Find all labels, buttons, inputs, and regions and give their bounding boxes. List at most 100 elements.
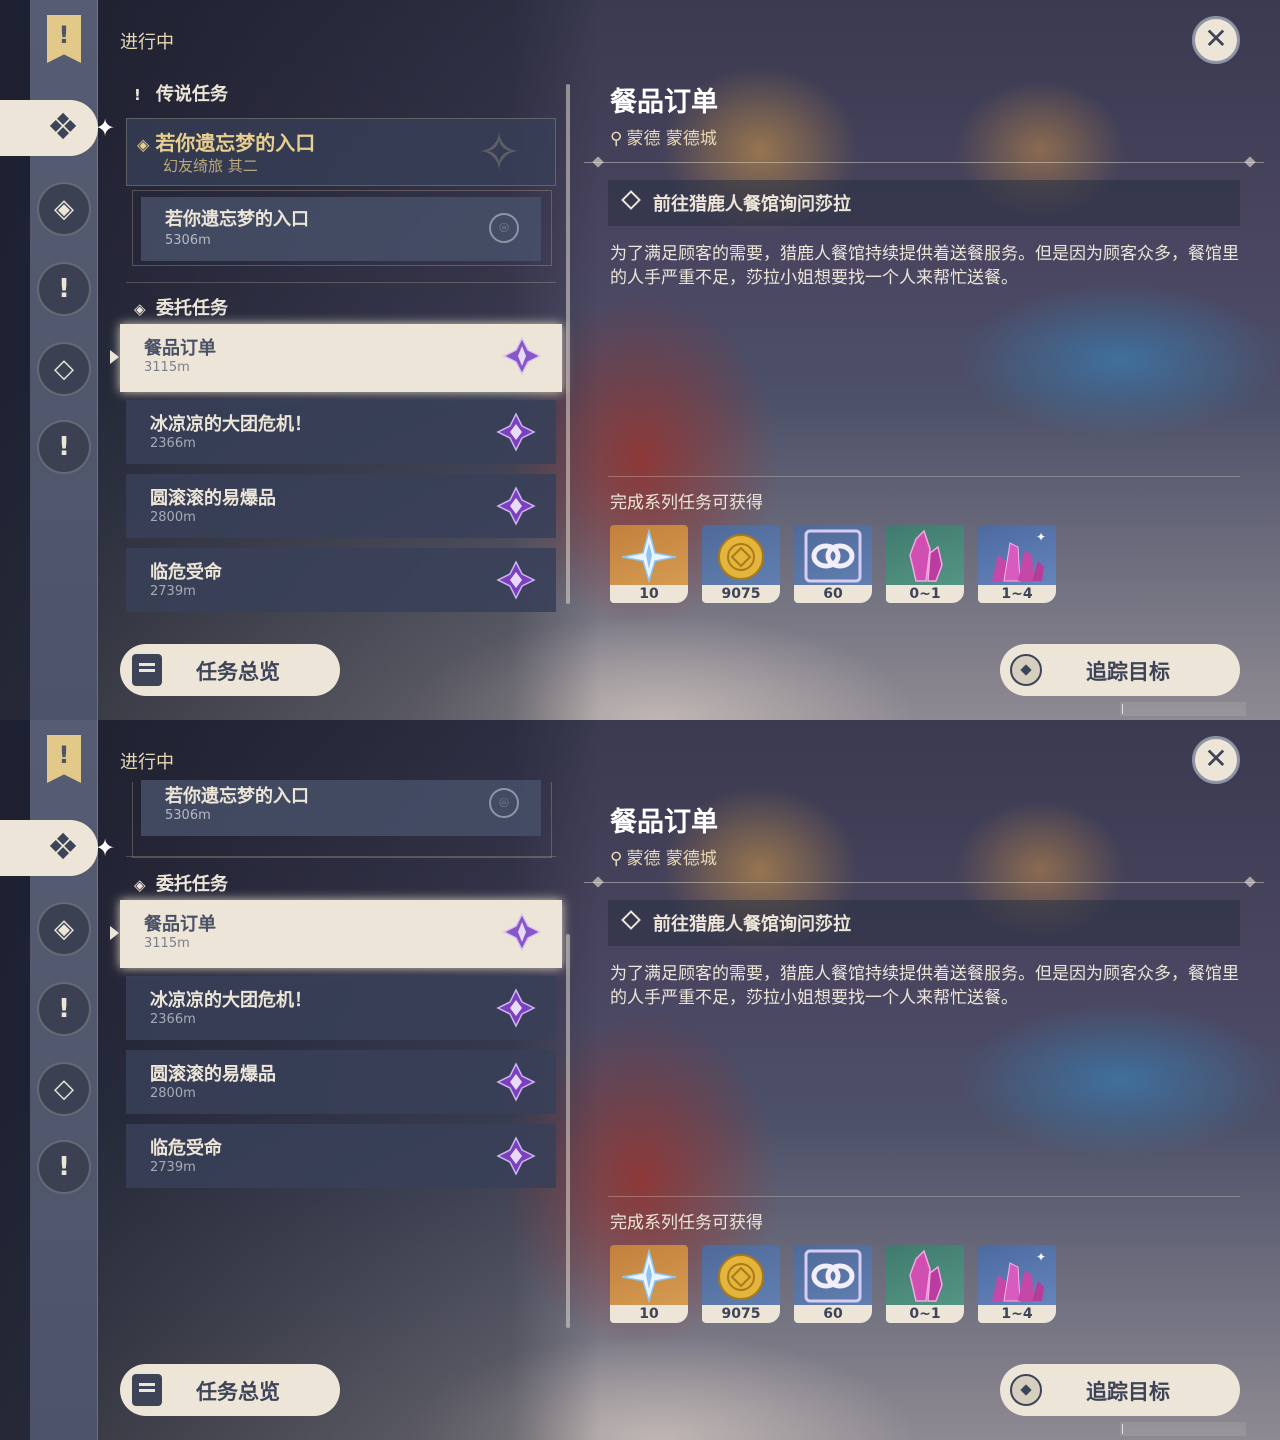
reward-item[interactable]: 60	[794, 1245, 872, 1323]
quest-screen-top: ! ❖ ✦ ◈ ! ◇ ! 进行中 ! 传说任务 ◈ 若你遗忘梦的入口 幻友绮旅 其…	[0, 0, 1280, 720]
sidebar-item-event[interactable]: !	[37, 1140, 91, 1194]
commission-quest-icon	[502, 912, 542, 952]
sidebar-item-event[interactable]: !	[37, 420, 91, 474]
commission-quest-icon	[496, 988, 536, 1028]
reward-item[interactable]: 10	[610, 1245, 688, 1323]
map-pin-icon: ⚲	[610, 129, 623, 149]
reward-item[interactable]: 60	[794, 525, 872, 603]
reward-count: 0~1	[886, 585, 964, 603]
commission-item[interactable]: 餐品订单 3115m	[120, 900, 562, 968]
quest-overview-button[interactable]: 任务总览	[120, 644, 340, 696]
reward-item[interactable]: 9075	[702, 1245, 780, 1323]
legend-step-distance: 5306m	[165, 233, 211, 248]
commission-title: 冰凉凉的大团危机！	[150, 990, 312, 1011]
sidebar-item-commission[interactable]: ◇	[37, 1062, 91, 1116]
sidebar-item-story[interactable]: ◈	[37, 182, 91, 236]
legend-step-frame: 若你遗忘梦的入口 5306m ⌾	[132, 780, 552, 858]
reward-count: 60	[794, 1305, 872, 1323]
commission-item[interactable]: 临危受命 2739m	[126, 1124, 556, 1188]
legend-step-title: 若你遗忘梦的入口	[165, 209, 309, 230]
crystal-chunk-icon	[909, 1249, 943, 1302]
objective-text: 前往猎鹿人餐馆询问莎拉	[653, 194, 851, 215]
primogem-icon	[621, 528, 677, 584]
legend-quest-card[interactable]: ◈ 若你遗忘梦的入口 幻友绮旅 其二 ✧	[126, 118, 556, 186]
detail-title: 餐品订单	[610, 87, 718, 118]
detail-location: ⚲ 蒙德 蒙德城	[610, 129, 717, 149]
commission-title: 圆滚滚的易爆品	[150, 488, 276, 509]
adventure-exp-icon	[804, 529, 862, 583]
detail-title: 餐品订单	[610, 807, 718, 838]
objective-bar: 前往猎鹿人餐馆询问莎拉	[608, 180, 1240, 226]
map-pin-icon: ⚲	[610, 849, 623, 869]
reward-item[interactable]: ✦ 1~4	[978, 1245, 1056, 1323]
quest-list-scrollbar[interactable]	[566, 934, 570, 1328]
commission-quest-icon	[496, 1136, 536, 1176]
reward-item[interactable]: 10	[610, 525, 688, 603]
commission-quest-icon	[496, 412, 536, 452]
commission-item[interactable]: 冰凉凉的大团危机！ 2366m	[126, 400, 556, 464]
commission-item[interactable]: 餐品订单 3115m	[120, 324, 562, 392]
close-button[interactable]: ✕	[1192, 736, 1240, 784]
commission-distance: 3115m	[144, 360, 190, 375]
legend-step-card[interactable]: 若你遗忘梦的入口 5306m ⌾	[141, 197, 541, 261]
exclamation-icon: !	[134, 86, 141, 104]
commission-item[interactable]: 临危受命 2739m	[126, 548, 556, 612]
commission-title: 临危受命	[150, 1138, 222, 1159]
reward-item[interactable]: 0~1	[886, 525, 964, 603]
reward-item[interactable]: 0~1	[886, 1245, 964, 1323]
objective-diamond-icon	[621, 190, 641, 210]
close-button[interactable]: ✕	[1192, 16, 1240, 64]
primogem-icon	[621, 1248, 677, 1304]
commission-title: 圆滚滚的易爆品	[150, 1064, 276, 1085]
reward-count: 10	[610, 585, 688, 603]
commission-quest-icon	[496, 560, 536, 600]
sidebar-item-story[interactable]: ◈	[37, 902, 91, 956]
track-target-button[interactable]: 追踪目标	[1000, 644, 1240, 696]
commission-section-header: ◈ 委托任务	[134, 874, 228, 895]
close-icon: ✕	[1204, 742, 1228, 775]
reward-item[interactable]: 9075	[702, 525, 780, 603]
quest-overview-label: 任务总览	[196, 660, 280, 684]
selected-arrow-icon	[110, 350, 119, 364]
svg-text:✦: ✦	[1036, 530, 1046, 544]
quest-list-scrollbar[interactable]	[566, 84, 570, 604]
sidebar-item-world[interactable]: !	[37, 262, 91, 316]
reward-item[interactable]: ✦ 1~4	[978, 525, 1056, 603]
status-label: 进行中	[120, 752, 174, 773]
commission-item[interactable]: 圆滚滚的易爆品 2800m	[126, 1050, 556, 1114]
commission-title: 餐品订单	[144, 914, 216, 935]
reward-divider	[608, 476, 1240, 477]
commission-section-header: ◈ 委托任务	[134, 298, 228, 319]
reward-count: 9075	[702, 1305, 780, 1323]
svg-text:✦: ✦	[1036, 1250, 1046, 1264]
commission-diamond-icon: ◈	[134, 876, 146, 894]
legend-quest-subtitle: 幻友绮旅 其二	[163, 157, 258, 175]
section-divider	[126, 282, 556, 283]
quest-screen-bottom: ! ❖ ✦ ◈ ! ◇ ! 进行中 若你遗忘梦的入口 5306m ⌾ ◈ 委托任务…	[0, 720, 1280, 1440]
scroll-indicator	[1120, 702, 1246, 716]
commission-diamond-icon: ◈	[134, 300, 146, 318]
reward-label: 完成系列任务可获得	[610, 1213, 763, 1233]
sidebar-item-world[interactable]: !	[37, 982, 91, 1036]
reward-count: 10	[610, 1305, 688, 1323]
location-pin-icon[interactable]: ⌾	[489, 213, 519, 243]
sidebar-item-archon[interactable]: ❖	[0, 820, 98, 876]
quest-overview-button[interactable]: 任务总览	[120, 1364, 340, 1416]
commission-item[interactable]: 圆滚滚的易爆品 2800m	[126, 474, 556, 538]
commission-item[interactable]: 冰凉凉的大团危机！ 2366m	[126, 976, 556, 1040]
crystal-chunk-icon	[909, 529, 943, 582]
commission-quest-icon	[496, 1062, 536, 1102]
objective-diamond-icon	[621, 910, 641, 930]
reward-count: 9075	[702, 585, 780, 603]
legend-step-distance: 5306m	[165, 808, 211, 823]
location-pin-icon[interactable]: ⌾	[489, 788, 519, 818]
sparkle-icon: ✦	[95, 834, 116, 862]
sidebar-item-archon[interactable]: ❖	[0, 100, 98, 156]
legend-step-card[interactable]: 若你遗忘梦的入口 5306m ⌾	[141, 780, 541, 836]
archon-quest-icon: ❖	[46, 827, 80, 868]
archon-quest-icon: ❖	[46, 107, 80, 148]
sidebar-item-commission[interactable]: ◇	[37, 342, 91, 396]
legend-step-frame: 若你遗忘梦的入口 5306m ⌾	[132, 190, 552, 266]
track-target-label: 追踪目标	[1086, 1380, 1170, 1404]
track-target-button[interactable]: 追踪目标	[1000, 1364, 1240, 1416]
